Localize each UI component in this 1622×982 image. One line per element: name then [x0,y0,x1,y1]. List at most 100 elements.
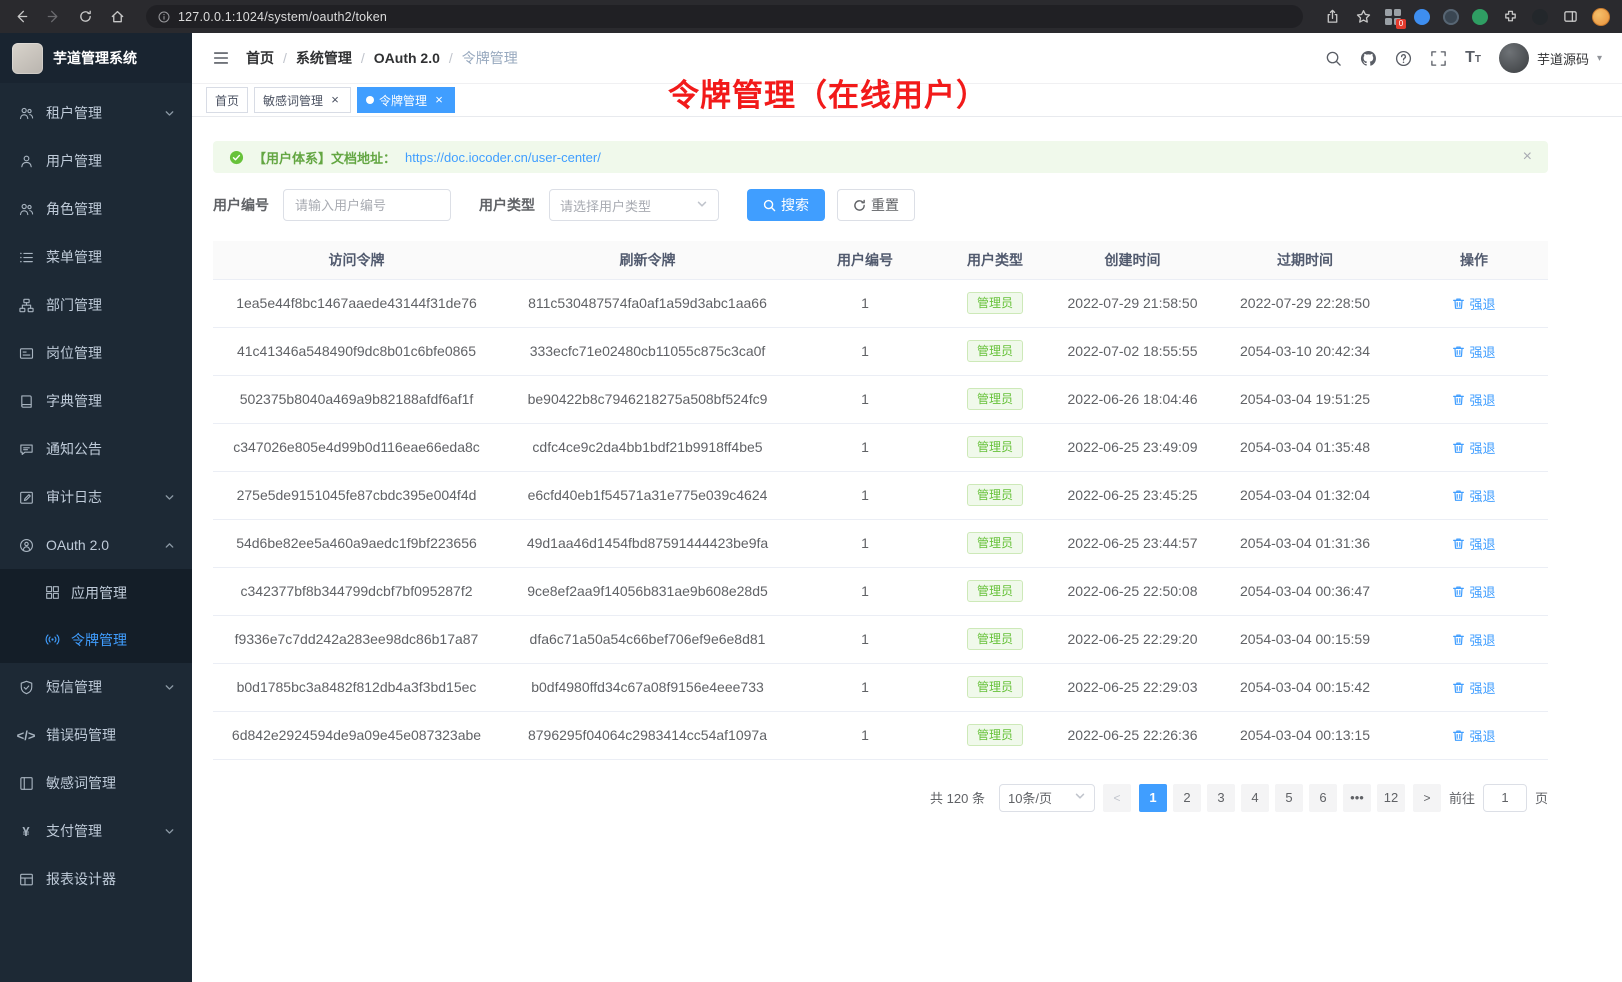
next-page-button[interactable]: > [1413,784,1441,812]
user-id-cell: 1 [795,327,935,375]
column-header: 过期时间 [1210,241,1400,279]
tab-sensitive-word[interactable]: 敏感词管理× [254,87,351,113]
page-button-4[interactable]: 4 [1241,784,1269,812]
more-pages-button[interactable]: ••• [1343,784,1371,812]
force-logout-button[interactable]: 强退 [1452,630,1495,649]
alert-close-icon[interactable]: × [1523,149,1532,165]
tab-close-icon[interactable]: × [328,93,342,107]
breadcrumb-item-home[interactable]: 首页 [246,48,274,68]
sidebar-item-error-code[interactable]: </>错误码管理 [0,711,192,759]
tab-token-management[interactable]: 令牌管理× [357,87,455,113]
tab-home[interactable]: 首页 [206,87,248,113]
extension-green-icon[interactable] [1472,9,1488,25]
column-header: 访问令牌 [213,241,500,279]
extension-badged-icon[interactable]: 0 [1385,9,1401,25]
sidebar-item-sms[interactable]: 短信管理 [0,663,192,711]
action-cell: 强退 [1400,615,1548,663]
prev-page-button[interactable]: < [1103,784,1131,812]
side-panel-icon[interactable] [1561,8,1579,26]
create-time-cell: 2022-06-26 18:04:46 [1055,375,1210,423]
search-button[interactable]: 搜索 [747,189,825,221]
user-type-badge: 管理员 [967,484,1023,506]
sidebar-item-user[interactable]: 用户管理 [0,137,192,185]
reload-icon[interactable] [76,8,94,26]
force-logout-button[interactable]: 强退 [1452,678,1495,697]
user-menu[interactable]: 芋道源码 ▾ [1499,43,1602,73]
sidebar-item-dict[interactable]: 字典管理 [0,377,192,425]
sidebar-submenu: 应用管理令牌管理 [0,569,192,663]
sidebar-item-menu[interactable]: 菜单管理 [0,233,192,281]
user-type-badge: 管理员 [967,532,1023,554]
sidebar-item-post[interactable]: 岗位管理 [0,329,192,377]
extension-dark-icon[interactable] [1443,9,1459,25]
fullscreen-icon[interactable] [1430,50,1447,67]
sidebar-item-audit-log[interactable]: 审计日志 [0,473,192,521]
reset-button[interactable]: 重置 [837,189,915,221]
tree-icon [17,298,35,313]
sidebar-item-report-designer[interactable]: 报表设计器 [0,855,192,903]
sidebar-item-dept[interactable]: 部门管理 [0,281,192,329]
sidebar-item-label: 租户管理 [46,103,164,123]
sidebar-item-label: 应用管理 [71,583,175,603]
home-icon[interactable] [108,8,126,26]
extension-blue-icon[interactable] [1414,9,1430,25]
page-size-value: 10条/页 [1008,788,1052,807]
sidebar-item-oauth2[interactable]: OAuth 2.0 [0,521,192,569]
breadcrumb-item-system[interactable]: 系统管理 [296,48,352,68]
sidebar-item-label: 字典管理 [46,391,175,411]
force-logout-button[interactable]: 强退 [1452,390,1495,409]
share-icon[interactable] [1323,8,1341,26]
user-type-select[interactable]: 请选择用户类型 [549,189,719,221]
browser-profile-avatar[interactable] [1592,8,1610,26]
font-size-icon[interactable]: TT [1465,50,1481,66]
sidebar-item-oauth2-application[interactable]: 应用管理 [0,569,192,616]
sidebar-item-sensitive-word[interactable]: 敏感词管理 [0,759,192,807]
tab-close-icon[interactable]: × [432,93,446,107]
bookmark-star-icon[interactable] [1354,8,1372,26]
sidebar-item-label: 敏感词管理 [46,773,175,793]
user-id-cell: 1 [795,615,935,663]
force-logout-button[interactable]: 强退 [1452,294,1495,313]
forward-icon[interactable] [44,8,62,26]
user-id-cell: 1 [795,279,935,327]
sidebar-item-label: 岗位管理 [46,343,175,363]
force-logout-button[interactable]: 强退 [1452,342,1495,361]
collapse-menu-icon[interactable] [212,49,230,67]
page-button-6[interactable]: 6 [1309,784,1337,812]
site-info-icon[interactable] [158,11,170,23]
page-button-1[interactable]: 1 [1139,784,1167,812]
github-icon[interactable] [1360,50,1377,67]
app-logo[interactable]: 芋道管理系统 [0,33,192,83]
back-icon[interactable] [12,8,30,26]
goto-page-input[interactable] [1483,784,1527,812]
force-logout-button[interactable]: 强退 [1452,534,1495,553]
sidebar-item-role[interactable]: 角色管理 [0,185,192,233]
breadcrumb-item-oauth2[interactable]: OAuth 2.0 [374,50,440,66]
page-button-2[interactable]: 2 [1173,784,1201,812]
user-id-input[interactable] [283,189,451,221]
page-button-12[interactable]: 12 [1377,784,1405,812]
extensions-puzzle-icon[interactable] [1501,8,1519,26]
table-row: 502375b8040a469a9b82188afdf6af1fbe90422b… [213,375,1548,423]
help-icon[interactable] [1395,50,1412,67]
force-logout-button[interactable]: 强退 [1452,582,1495,601]
code-icon: </> [17,728,35,743]
sidebar-item-tenant[interactable]: 租户管理 [0,89,192,137]
extension-black-icon[interactable] [1532,9,1548,25]
search-icon[interactable] [1325,50,1342,67]
page-button-5[interactable]: 5 [1275,784,1303,812]
sidebar-item-notice[interactable]: 通知公告 [0,425,192,473]
page-button-3[interactable]: 3 [1207,784,1235,812]
force-logout-button[interactable]: 强退 [1452,726,1495,745]
user-name: 芋道源码 [1537,49,1589,68]
chevron-down-icon [164,682,175,693]
doc-link[interactable]: https://doc.iocoder.cn/user-center/ [405,150,601,165]
force-logout-button[interactable]: 强退 [1452,486,1495,505]
sidebar-item-pay[interactable]: ¥支付管理 [0,807,192,855]
sidebar-item-oauth2-token[interactable]: 令牌管理 [0,616,192,663]
force-logout-button[interactable]: 强退 [1452,438,1495,457]
force-logout-label: 强退 [1469,582,1495,601]
address-bar[interactable]: 127.0.0.1:1024/system/oauth2/token [146,5,1303,28]
page-size-select[interactable]: 10条/页 [999,784,1095,812]
alert-text: 【用户体系】文档地址： [253,148,396,167]
